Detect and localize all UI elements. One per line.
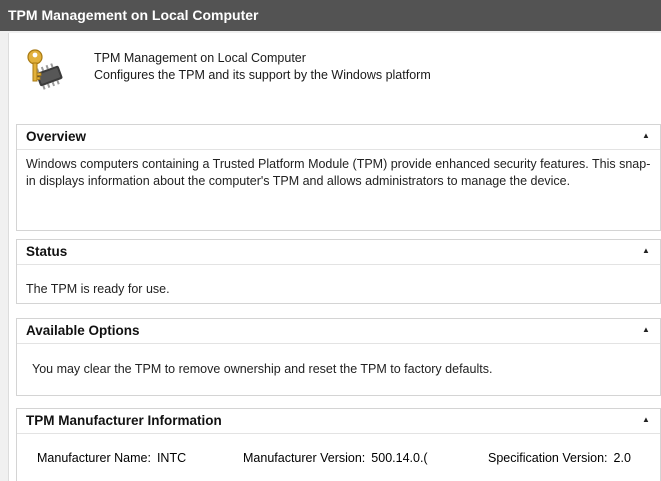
available-options-title: Available Options <box>26 323 140 338</box>
manufacturer-name-label: Manufacturer Name: <box>37 451 151 465</box>
status-header[interactable]: Status ▲ <box>17 240 660 265</box>
manufacturer-version-value: 500.14.0.( <box>371 451 428 465</box>
manufacturer-section: TPM Manufacturer Information ▲ Manufactu… <box>16 408 661 481</box>
window-title: TPM Management on Local Computer <box>8 7 259 23</box>
available-options-section: Available Options ▲ You may clear the TP… <box>16 318 661 396</box>
available-options-text: You may clear the TPM to remove ownershi… <box>32 362 493 376</box>
manufacturer-version-label: Manufacturer Version: <box>243 451 366 465</box>
collapse-manufacturer-button[interactable]: ▲ <box>640 409 652 433</box>
status-section: Status ▲ The TPM is ready for use. <box>16 239 661 304</box>
overview-text: Windows computers containing a Trusted P… <box>26 157 651 188</box>
tpm-management-window: TPM Management on Local Computer TPM Man… <box>0 0 661 481</box>
manufacturer-info-row: Manufacturer Name: INTC Manufacturer Vers… <box>17 451 660 471</box>
available-options-header[interactable]: Available Options ▲ <box>17 319 660 344</box>
manufacturer-version: Manufacturer Version: 500.14.0.( <box>243 451 428 465</box>
collapse-available-options-button[interactable]: ▲ <box>640 319 652 343</box>
specification-version-value: 2.0 <box>613 451 631 465</box>
overview-header[interactable]: Overview ▲ <box>17 125 660 150</box>
collapse-overview-button[interactable]: ▲ <box>640 125 652 149</box>
specification-version-label: Specification Version: <box>488 451 608 465</box>
window-title-bar: TPM Management on Local Computer <box>0 0 661 31</box>
status-title: Status <box>26 244 68 259</box>
status-text: The TPM is ready for use. <box>26 282 170 296</box>
tpm-key-chip-icon <box>27 49 63 90</box>
manufacturer-header[interactable]: TPM Manufacturer Information ▲ <box>17 409 660 434</box>
collapse-status-button[interactable]: ▲ <box>640 240 652 264</box>
overview-title: Overview <box>26 129 87 144</box>
snapin-header: TPM Management on Local Computer Configu… <box>8 33 661 113</box>
header-description: Configures the TPM and its support by th… <box>94 68 431 82</box>
manufacturer-title: TPM Manufacturer Information <box>26 413 222 428</box>
manufacturer-name-value: INTC <box>156 451 187 465</box>
header-title: TPM Management on Local Computer <box>94 51 306 65</box>
overview-section: Overview ▲ Windows computers containing … <box>16 124 661 231</box>
manufacturer-name: Manufacturer Name: INTC <box>37 451 186 465</box>
specification-version: Specification Version: 2.0 <box>488 451 631 465</box>
